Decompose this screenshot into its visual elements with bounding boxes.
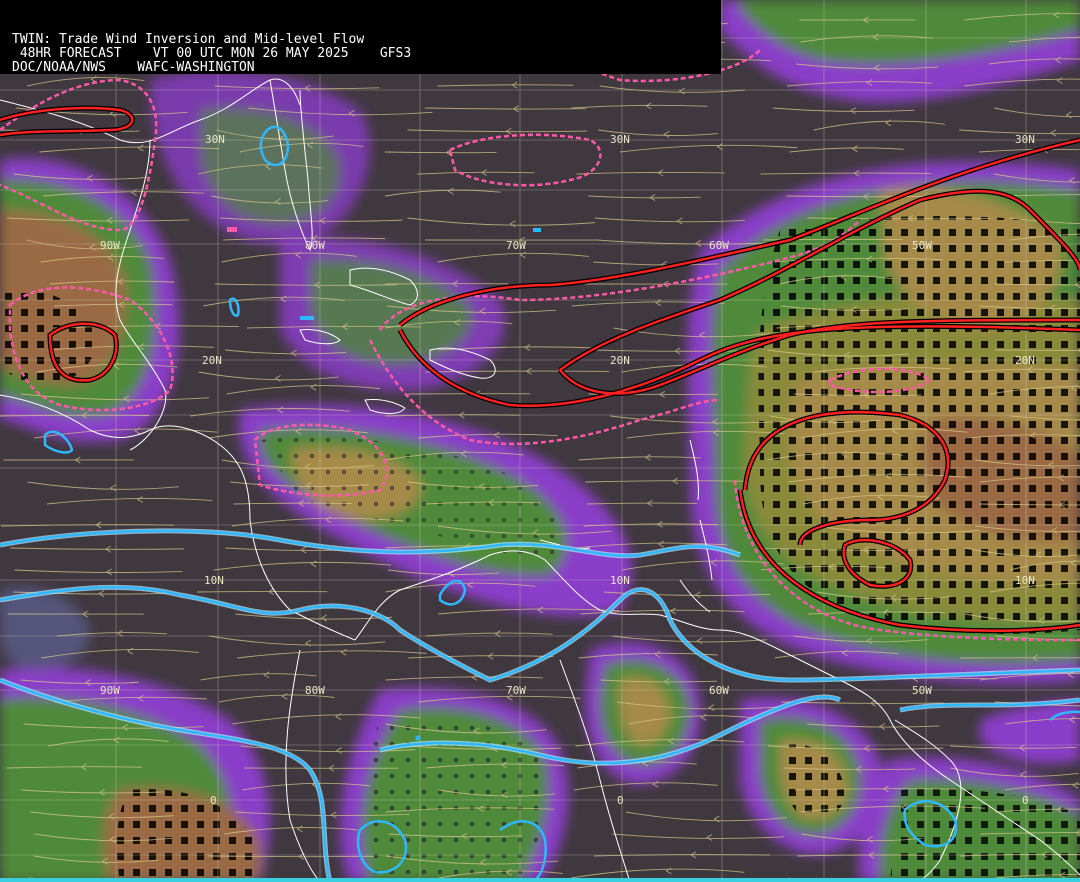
- lon-label-90w-2: 90W: [100, 684, 120, 697]
- lat-label-0-2: 0: [617, 794, 624, 807]
- lon-label-70w-2: 70W: [506, 684, 526, 697]
- lat-label-30n-1: 30N: [205, 133, 225, 146]
- lon-label-70w-1: 70W: [506, 239, 526, 252]
- lon-label-80w-2: 80W: [305, 684, 325, 697]
- lon-label-90w-1: 90W: [100, 239, 120, 252]
- header-panel: TWIN: Trade Wind Inversion and Mid-level…: [0, 0, 721, 75]
- bottom-strip: [0, 878, 1080, 882]
- lon-label-50w-2: 50W: [912, 684, 932, 697]
- streamline: [994, 349, 1080, 351]
- lon-label-80w-1: 80W: [305, 239, 325, 252]
- lon-label-60w-2: 60W: [709, 684, 729, 697]
- lat-label-10n-1: 10N: [204, 574, 224, 587]
- lat-label-0-1: 0: [210, 794, 217, 807]
- lat-label-20n-3: 20N: [1015, 354, 1035, 367]
- lat-label-30n-3: 30N: [1015, 133, 1035, 146]
- header-title: TWIN: Trade Wind Inversion and Mid-level…: [12, 32, 365, 47]
- lat-label-10n-3: 10N: [1015, 574, 1035, 587]
- header-source: DOC/NOAA/NWS WAFC-WASHINGTON: [12, 60, 255, 75]
- lat-label-20n-1: 20N: [202, 354, 222, 367]
- lat-label-10n-2: 10N: [610, 574, 630, 587]
- lat-label-20n-2: 20N: [610, 354, 630, 367]
- lat-label-30n-2: 30N: [610, 133, 630, 146]
- header-forecast-info: 48HR FORECAST VT 00 UTC MON 26 MAY 2025 …: [12, 46, 412, 61]
- lon-label-60w-1: 60W: [709, 239, 729, 252]
- forecast-map: 30N 30N 30N 20N 20N 20N 10N 10N 10N 0 0 …: [0, 0, 1080, 882]
- lat-label-0-3: 0: [1022, 794, 1029, 807]
- lon-label-50w-1: 50W: [912, 239, 932, 252]
